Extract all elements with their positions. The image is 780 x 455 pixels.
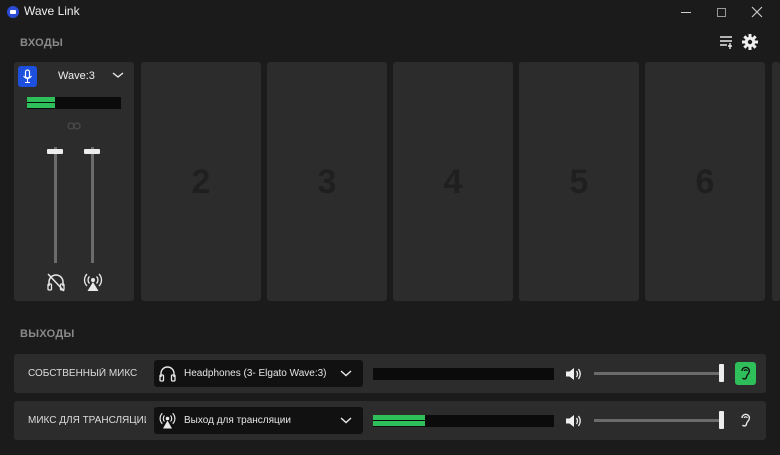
empty-input-slot[interactable]: 3 bbox=[267, 62, 387, 301]
input-channel-wave3: Wave:3 bbox=[14, 62, 134, 301]
chevron-down-icon-graphic bbox=[340, 370, 352, 377]
output-row-stream-mix: МИКС ДЛЯ ТРАНСЛЯЦИИ Выход для трансляции bbox=[14, 401, 766, 440]
output-volume-slider[interactable] bbox=[594, 372, 724, 375]
empty-input-slot[interactable]: 6 bbox=[645, 62, 765, 301]
output-device-name: Выход для трансляции bbox=[184, 415, 291, 426]
empty-input-slot[interactable]: 5 bbox=[519, 62, 639, 301]
input-source-button[interactable] bbox=[18, 66, 37, 87]
slot-number: 3 bbox=[317, 163, 337, 201]
listen-toggle-button[interactable] bbox=[735, 362, 756, 385]
slot-number: 5 bbox=[569, 163, 589, 201]
speaker-icon bbox=[566, 415, 581, 427]
output-mute-button[interactable] bbox=[565, 413, 583, 429]
monitor-mix-slider[interactable] bbox=[47, 147, 63, 263]
slot-number: 2 bbox=[191, 163, 211, 201]
minimize-icon bbox=[681, 12, 691, 14]
broadcast-icon bbox=[158, 411, 177, 430]
output-mix-label: МИКС ДЛЯ ТРАНСЛЯЦИИ bbox=[28, 415, 146, 426]
stream-mute-button[interactable] bbox=[82, 271, 104, 293]
headphones-muted-icon bbox=[47, 273, 65, 292]
input-device-dropdown[interactable] bbox=[112, 70, 124, 80]
monitor-mute-button[interactable] bbox=[45, 271, 67, 293]
ear-icon bbox=[741, 366, 751, 380]
output-level-meter bbox=[373, 415, 554, 427]
broadcast-icon bbox=[83, 273, 103, 291]
chevron-down-icon-graphic bbox=[340, 417, 352, 424]
output-volume-slider-handle[interactable] bbox=[719, 364, 724, 382]
stream-mix-slider-handle[interactable] bbox=[84, 149, 100, 154]
output-level-meter-right bbox=[373, 421, 425, 426]
output-volume-slider-handle[interactable] bbox=[719, 411, 724, 429]
gear-icon bbox=[742, 34, 758, 50]
speaker-icon bbox=[566, 368, 581, 380]
link-sliders-toggle[interactable] bbox=[67, 121, 81, 131]
link-icon bbox=[67, 122, 81, 130]
output-device-name: Headphones (3- Elgato Wave:3) bbox=[184, 368, 327, 379]
headphones-icon bbox=[158, 364, 177, 383]
microphone-icon bbox=[23, 69, 32, 84]
input-level-meter bbox=[27, 97, 121, 109]
chevron-down-icon bbox=[340, 416, 352, 425]
listen-toggle-button[interactable] bbox=[735, 409, 756, 432]
output-level-meter bbox=[373, 368, 554, 380]
empty-input-slot[interactable]: 2 bbox=[141, 62, 261, 301]
mixer-settings-button[interactable] bbox=[718, 33, 736, 51]
slot-number: 6 bbox=[695, 163, 715, 201]
close-button[interactable] bbox=[734, 0, 780, 24]
chevron-down-icon bbox=[340, 369, 352, 378]
broadcast-icon-graphic bbox=[159, 412, 176, 429]
close-icon bbox=[751, 6, 763, 18]
headphones-icon-graphic bbox=[159, 366, 176, 382]
chevron-down-icon bbox=[112, 72, 124, 78]
inputs-section-label: ВХОДЫ bbox=[20, 37, 64, 49]
output-device-select[interactable]: Выход для трансляции bbox=[154, 407, 363, 434]
output-device-select[interactable]: Headphones (3- Elgato Wave:3) bbox=[154, 360, 363, 387]
slot-number: 4 bbox=[443, 163, 463, 201]
output-level-meter-left bbox=[373, 415, 425, 420]
input-level-meter-right bbox=[27, 103, 55, 108]
output-volume-slider[interactable] bbox=[594, 419, 724, 422]
output-row-monitor-mix: СОБСТВЕННЫЙ МИКС Headphones (3- Elgato W… bbox=[14, 354, 766, 393]
input-level-meter-left bbox=[27, 97, 55, 102]
mixer-settings-icon bbox=[720, 36, 732, 49]
outputs-section-label: ВЫХОДЫ bbox=[20, 328, 75, 340]
ear-icon bbox=[741, 413, 751, 427]
empty-input-slot[interactable]: 4 bbox=[393, 62, 513, 301]
output-mute-button[interactable] bbox=[565, 366, 583, 382]
title-bar: Wave Link bbox=[0, 0, 780, 24]
input-device-name[interactable]: Wave:3 bbox=[58, 70, 95, 82]
output-mix-label: СОБСТВЕННЫЙ МИКС bbox=[28, 368, 138, 379]
elgato-wave-logo-icon bbox=[7, 6, 19, 18]
stream-mix-slider[interactable] bbox=[84, 147, 100, 263]
empty-input-slot-partial bbox=[772, 62, 780, 301]
settings-button[interactable] bbox=[741, 33, 759, 51]
monitor-mix-slider-handle[interactable] bbox=[47, 149, 63, 154]
window-title: Wave Link bbox=[24, 4, 80, 18]
maximize-icon bbox=[716, 8, 726, 18]
